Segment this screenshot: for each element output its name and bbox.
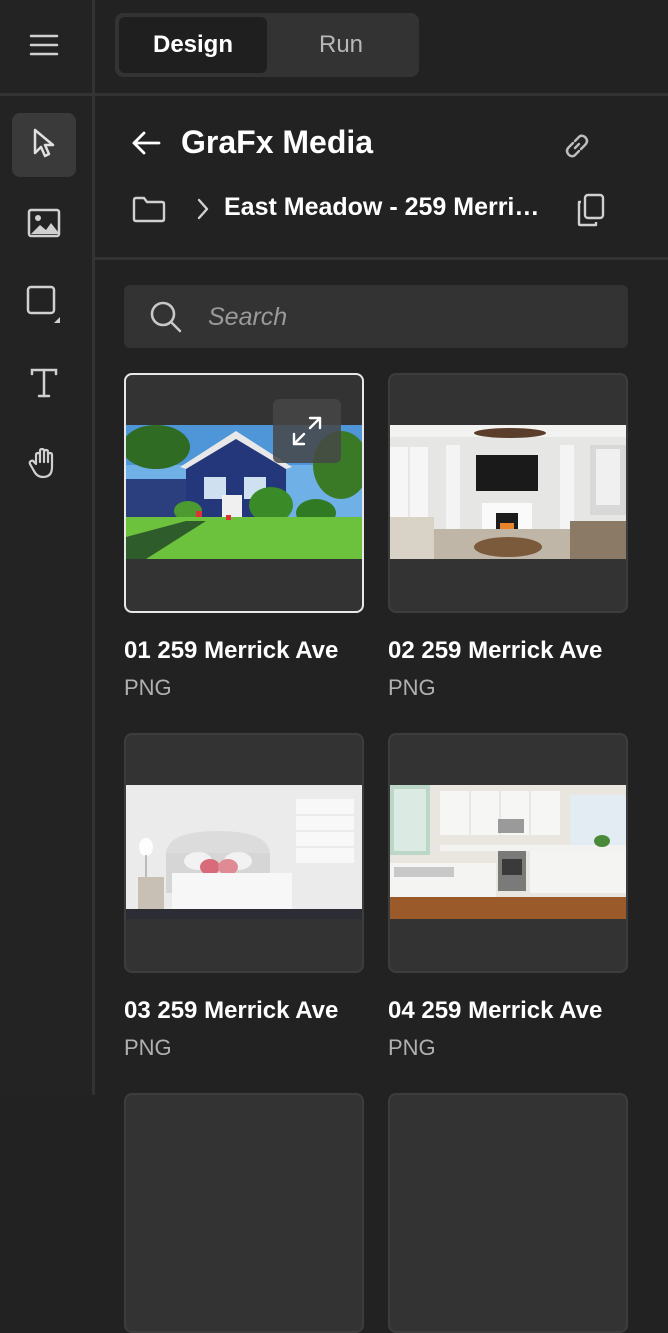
copy-icon[interactable] [571, 190, 611, 230]
folder-icon[interactable] [131, 192, 167, 226]
tool-rail [0, 0, 95, 1095]
asset-name: 02 259 Merrick Ave [388, 637, 603, 664]
back-arrow-icon[interactable] [129, 126, 163, 160]
asset-thumbnail[interactable] [124, 373, 364, 613]
search-input[interactable] [206, 295, 610, 339]
asset-name: 03 259 Merrick Ave [124, 997, 339, 1024]
image-tool-button[interactable] [12, 193, 76, 257]
rail-divider [0, 93, 92, 96]
run-mode-button[interactable]: Run [267, 17, 415, 73]
shape-tool-button[interactable] [12, 273, 76, 337]
media-panel: GraFx Media East Meadow - 259 Merrick Av… [95, 96, 668, 1333]
asset-name: 04 259 Merrick Ave [388, 997, 603, 1024]
asset-thumbnail[interactable] [388, 373, 628, 613]
link-icon[interactable] [557, 126, 597, 166]
bedroom-image [126, 785, 362, 919]
arrow-pointer-icon [31, 127, 57, 164]
panel-header: GraFx Media East Meadow - 259 Merrick Av… [95, 96, 668, 260]
asset-type: PNG [388, 1035, 436, 1060]
hand-tool-button[interactable] [12, 433, 76, 497]
mode-toggle: Design Run [115, 13, 419, 77]
expand-icon[interactable] [273, 399, 341, 463]
asset-thumbnail[interactable] [124, 1093, 364, 1333]
asset-type: PNG [388, 675, 436, 700]
living-room-image [390, 425, 626, 559]
search-icon [148, 299, 184, 335]
asset-type: PNG [124, 675, 172, 700]
kitchen-image [390, 785, 626, 919]
asset-name: 01 259 Merrick Ave [124, 637, 339, 664]
asset-thumbnail[interactable] [388, 1093, 628, 1333]
asset-thumbnail[interactable] [388, 733, 628, 973]
select-tool-button[interactable] [12, 113, 76, 177]
text-tool-button[interactable] [12, 353, 76, 417]
panel-title: GraFx Media [181, 124, 374, 160]
breadcrumb-folder[interactable]: East Meadow - 259 Merrick Ave [224, 193, 540, 222]
design-mode-button[interactable]: Design [119, 17, 267, 73]
text-icon [29, 367, 59, 404]
search-box [124, 285, 628, 348]
top-bar: Design Run [95, 0, 668, 96]
hand-icon [27, 446, 61, 485]
image-icon [27, 208, 61, 243]
chevron-right-icon [193, 196, 213, 222]
hamburger-menu-icon[interactable] [20, 22, 68, 68]
square-icon [22, 281, 66, 330]
asset-type: PNG [124, 1035, 172, 1060]
asset-thumbnail[interactable] [124, 733, 364, 973]
